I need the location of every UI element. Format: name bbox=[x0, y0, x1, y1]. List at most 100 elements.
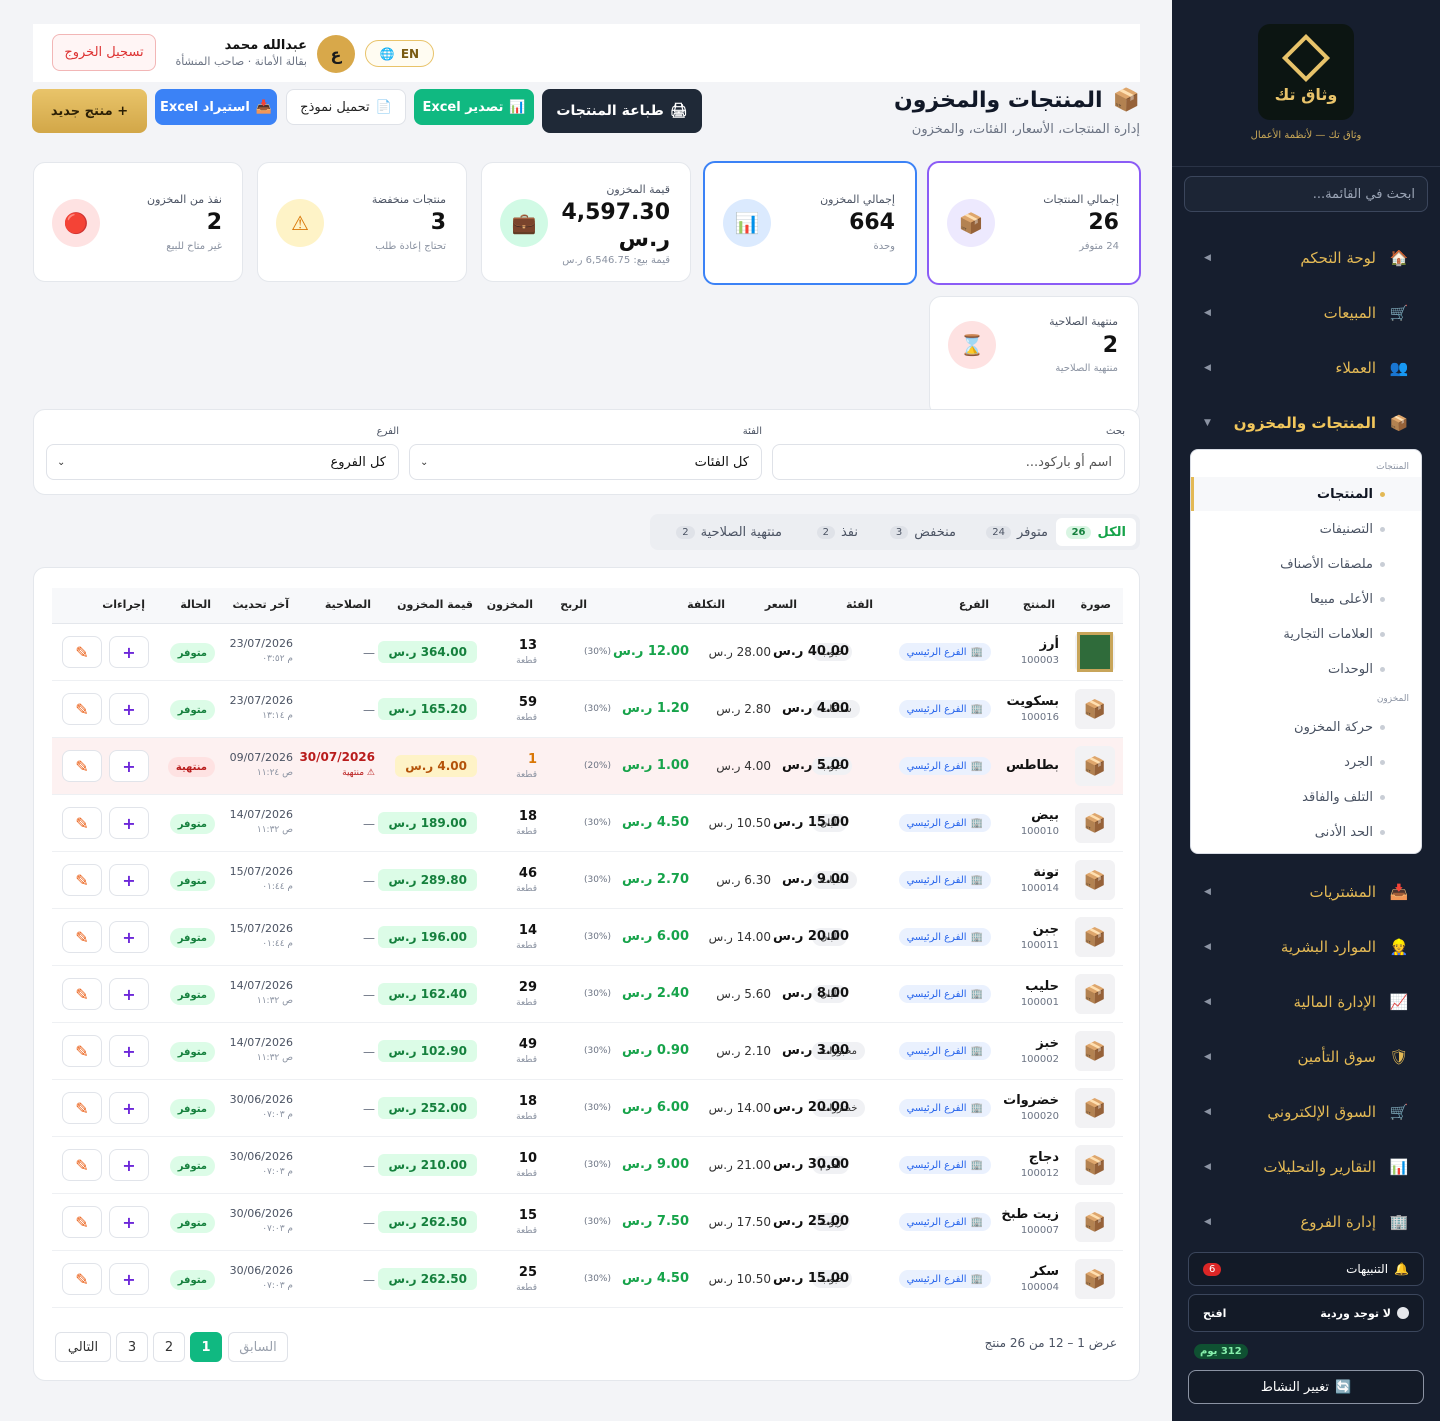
stat-card-total-stock[interactable]: إجمالي المخزون 664 وحدة 📊 bbox=[703, 161, 917, 285]
product-name[interactable]: بطاطس bbox=[1006, 758, 1059, 773]
add-stock-button[interactable]: + bbox=[109, 636, 149, 668]
product-name[interactable]: زيت طبخ bbox=[1001, 1207, 1059, 1222]
table-row[interactable]: 📦 بسكويت 100016 🏢 الفرع الرئيسي سناكات 4.00 ر.… bbox=[52, 681, 1123, 738]
submenu-item-best-sellers[interactable]: الأعلى مبيعا bbox=[1191, 582, 1421, 616]
table-row[interactable]: 📦 خبز 100002 🏢 الفرع الرئيسي مخبوزات 3.00 ر.س 2… bbox=[52, 1023, 1123, 1080]
edit-button[interactable]: ✎ bbox=[62, 1035, 102, 1067]
product-name[interactable]: بسكويت bbox=[1007, 694, 1059, 709]
add-stock-button[interactable]: + bbox=[109, 1092, 149, 1124]
sidebar-item-branches[interactable]: 🏢 إدارة الفروع ◀ bbox=[1172, 1202, 1440, 1242]
add-stock-button[interactable]: + bbox=[109, 807, 149, 839]
product-name[interactable]: جبن bbox=[1033, 922, 1059, 937]
product-name[interactable]: خضروات bbox=[1003, 1093, 1059, 1108]
table-row[interactable]: 📦 سكر 100004 🏢 الفرع الرئيسي حبوب 15.00 ر.س 10.… bbox=[52, 1251, 1123, 1308]
submenu-item-categories[interactable]: التصنيفات bbox=[1191, 512, 1421, 546]
avatar[interactable]: ع bbox=[317, 35, 355, 73]
add-stock-button[interactable]: + bbox=[109, 921, 149, 953]
stat-card-total-products[interactable]: إجمالي المنتجات 26 24 متوفر 📦 bbox=[927, 161, 1141, 285]
product-name[interactable]: تونة bbox=[1033, 865, 1059, 880]
submenu-item-products[interactable]: المنتجات bbox=[1191, 477, 1421, 511]
sidebar-item-dashboard[interactable]: 🏠 لوحة التحكم ◀ bbox=[1172, 238, 1440, 278]
product-search-input[interactable]: اسم أو باركود... bbox=[772, 444, 1125, 480]
sidebar-item-reports[interactable]: 📊 التقارير والتحليلات ◀ bbox=[1172, 1147, 1440, 1187]
open-shift-button[interactable]: افتح bbox=[1203, 1307, 1226, 1320]
sidebar-item-finance[interactable]: 📈 الإدارة المالية ◀ bbox=[1172, 982, 1440, 1022]
print-products-button[interactable]: 🖨 طباعة المنتجات bbox=[542, 89, 702, 133]
sidebar-item-purchases[interactable]: 📥 المشتريات ◀ bbox=[1172, 872, 1440, 912]
branch-select[interactable]: كل الفروع ⌄ bbox=[46, 444, 399, 480]
table-row[interactable]: 📦 بيض 100010 🏢 الفرع الرئيسي ألبان 15.00 ر.س 10… bbox=[52, 795, 1123, 852]
submenu-item-stock-movement[interactable]: حركة المخزون bbox=[1191, 710, 1421, 744]
page-button-2[interactable]: 2 bbox=[153, 1332, 185, 1362]
product-name[interactable]: دجاج bbox=[1029, 1150, 1059, 1165]
submenu-item-min-level[interactable]: الحد الأدنى bbox=[1191, 815, 1421, 849]
sidebar-item-customers[interactable]: 👥 العملاء ◀ bbox=[1172, 348, 1440, 388]
product-name[interactable]: خبز bbox=[1036, 1036, 1059, 1051]
edit-button[interactable]: ✎ bbox=[62, 864, 102, 896]
product-name[interactable]: سكر bbox=[1031, 1264, 1059, 1279]
submenu-item-damage[interactable]: التلف والفاقد bbox=[1191, 780, 1421, 814]
edit-button[interactable]: ✎ bbox=[62, 1206, 102, 1238]
sidebar-search-input[interactable]: ابحث في القائمة... bbox=[1184, 176, 1428, 212]
submenu-item-units[interactable]: الوحدات bbox=[1191, 652, 1421, 686]
table-row[interactable]: 📦 دجاج 100012 🏢 الفرع الرئيسي لحوم 30.00 ر.س 21… bbox=[52, 1137, 1123, 1194]
logout-button[interactable]: تسجيل الخروج bbox=[52, 34, 156, 71]
table-row[interactable]: 📦 بطاطس 🏢 الفرع الرئيسي حبوب 5.00 ر.س 4.00 ر.س… bbox=[52, 738, 1123, 795]
new-product-button[interactable]: + منتج جديد bbox=[32, 89, 147, 133]
edit-button[interactable]: ✎ bbox=[62, 921, 102, 953]
tab-all[interactable]: الكل 26 bbox=[1055, 518, 1136, 546]
edit-button[interactable]: ✎ bbox=[62, 1263, 102, 1295]
table-row[interactable]: 📦 تونة 100014 🏢 الفرع الرئيسي معلبات 9.00 ر.س 6… bbox=[52, 852, 1123, 909]
table-row[interactable]: 📦 خضروات 100020 🏢 الفرع الرئيسي خضروات 20.00 ر… bbox=[52, 1080, 1123, 1137]
alerts-button[interactable]: 🔔 التنبيهات 6 bbox=[1188, 1252, 1424, 1286]
add-stock-button[interactable]: + bbox=[109, 693, 149, 725]
product-name[interactable]: أرز bbox=[1040, 637, 1059, 652]
sidebar-item-hr[interactable]: 👷 الموارد البشرية ◀ bbox=[1172, 927, 1440, 967]
stat-card-low-stock[interactable]: منتجات منخفضة 3 تحتاج إعادة طلب ⚠ bbox=[257, 162, 467, 282]
page-button-3[interactable]: 3 bbox=[116, 1332, 148, 1362]
submenu-item-labels[interactable]: ملصقات الأصناف bbox=[1191, 547, 1421, 581]
table-row[interactable]: 📦 زيت طبخ 100007 🏢 الفرع الرئيسي زيوت 25.00 ر.… bbox=[52, 1194, 1123, 1251]
category-select[interactable]: كل الفئات ⌄ bbox=[409, 444, 762, 480]
add-stock-button[interactable]: + bbox=[109, 1149, 149, 1181]
edit-button[interactable]: ✎ bbox=[62, 1092, 102, 1124]
switch-activity-button[interactable]: 🔄 تغيير النشاط bbox=[1188, 1370, 1424, 1404]
stat-card-expired[interactable]: منتهية الصلاحية 2 منتهية الصلاحية ⌛ bbox=[929, 296, 1139, 416]
tab-out[interactable]: نفذ 2 bbox=[816, 518, 858, 546]
sidebar-item-ecommerce[interactable]: 🛒 السوق الإلكتروني ◀ bbox=[1172, 1092, 1440, 1132]
tab-low[interactable]: منخفض 3 bbox=[889, 518, 956, 546]
edit-button[interactable]: ✎ bbox=[62, 636, 102, 668]
product-name[interactable]: حليب bbox=[1025, 979, 1059, 994]
edit-button[interactable]: ✎ bbox=[62, 750, 102, 782]
export-excel-button[interactable]: 📊 تصدير Excel bbox=[414, 89, 534, 125]
import-excel-button[interactable]: 📥 استيراد Excel bbox=[155, 89, 277, 125]
product-name[interactable]: بيض bbox=[1031, 808, 1059, 823]
add-stock-button[interactable]: + bbox=[109, 1263, 149, 1295]
language-toggle[interactable]: EN 🌐 bbox=[365, 40, 434, 67]
submenu-item-brands[interactable]: العلامات التجارية bbox=[1191, 617, 1421, 651]
edit-button[interactable]: ✎ bbox=[62, 693, 102, 725]
add-stock-button[interactable]: + bbox=[109, 978, 149, 1010]
add-stock-button[interactable]: + bbox=[109, 750, 149, 782]
table-row[interactable]: أرز 100003 🏢 الفرع الرئيسي حبوب 40.00 ر.س 28.0… bbox=[52, 624, 1123, 681]
add-stock-button[interactable]: + bbox=[109, 1035, 149, 1067]
stat-card-stock-value[interactable]: قيمة المخزون 4,597.30 ر.س قيمة بيع: 6,54… bbox=[481, 162, 691, 282]
table-row[interactable]: 📦 جبن 100011 🏢 الفرع الرئيسي ألبان 20.00 ر.س 14… bbox=[52, 909, 1123, 966]
submenu-item-stocktake[interactable]: الجرد bbox=[1191, 745, 1421, 779]
sidebar-item-insurance[interactable]: 🛡 سوق التأمين ◀ bbox=[1172, 1037, 1440, 1077]
table-row[interactable]: 📦 حليب 100001 🏢 الفرع الرئيسي ألبان 8.00 ر.س 5.… bbox=[52, 966, 1123, 1023]
download-template-button[interactable]: 📄 تحميل نموذج bbox=[286, 89, 406, 125]
page-button-1[interactable]: 1 bbox=[190, 1332, 222, 1362]
sidebar-item-sales[interactable]: 🛒 المبيعات ◀ bbox=[1172, 293, 1440, 333]
add-stock-button[interactable]: + bbox=[109, 864, 149, 896]
prev-page-button[interactable]: السابق bbox=[228, 1332, 288, 1362]
edit-button[interactable]: ✎ bbox=[62, 1149, 102, 1181]
edit-button[interactable]: ✎ bbox=[62, 978, 102, 1010]
next-page-button[interactable]: التالي bbox=[55, 1332, 111, 1362]
stat-card-out-of-stock[interactable]: نفذ من المخزون 2 غير متاح للبيع 🔴 bbox=[33, 162, 243, 282]
tab-expired[interactable]: منتهية الصلاحية 2 bbox=[676, 518, 782, 546]
edit-button[interactable]: ✎ bbox=[62, 807, 102, 839]
add-stock-button[interactable]: + bbox=[109, 1206, 149, 1238]
sidebar-item-products[interactable]: 📦 المنتجات والمخزون ▼ bbox=[1172, 403, 1440, 443]
tab-available[interactable]: متوفر 24 bbox=[986, 518, 1048, 546]
